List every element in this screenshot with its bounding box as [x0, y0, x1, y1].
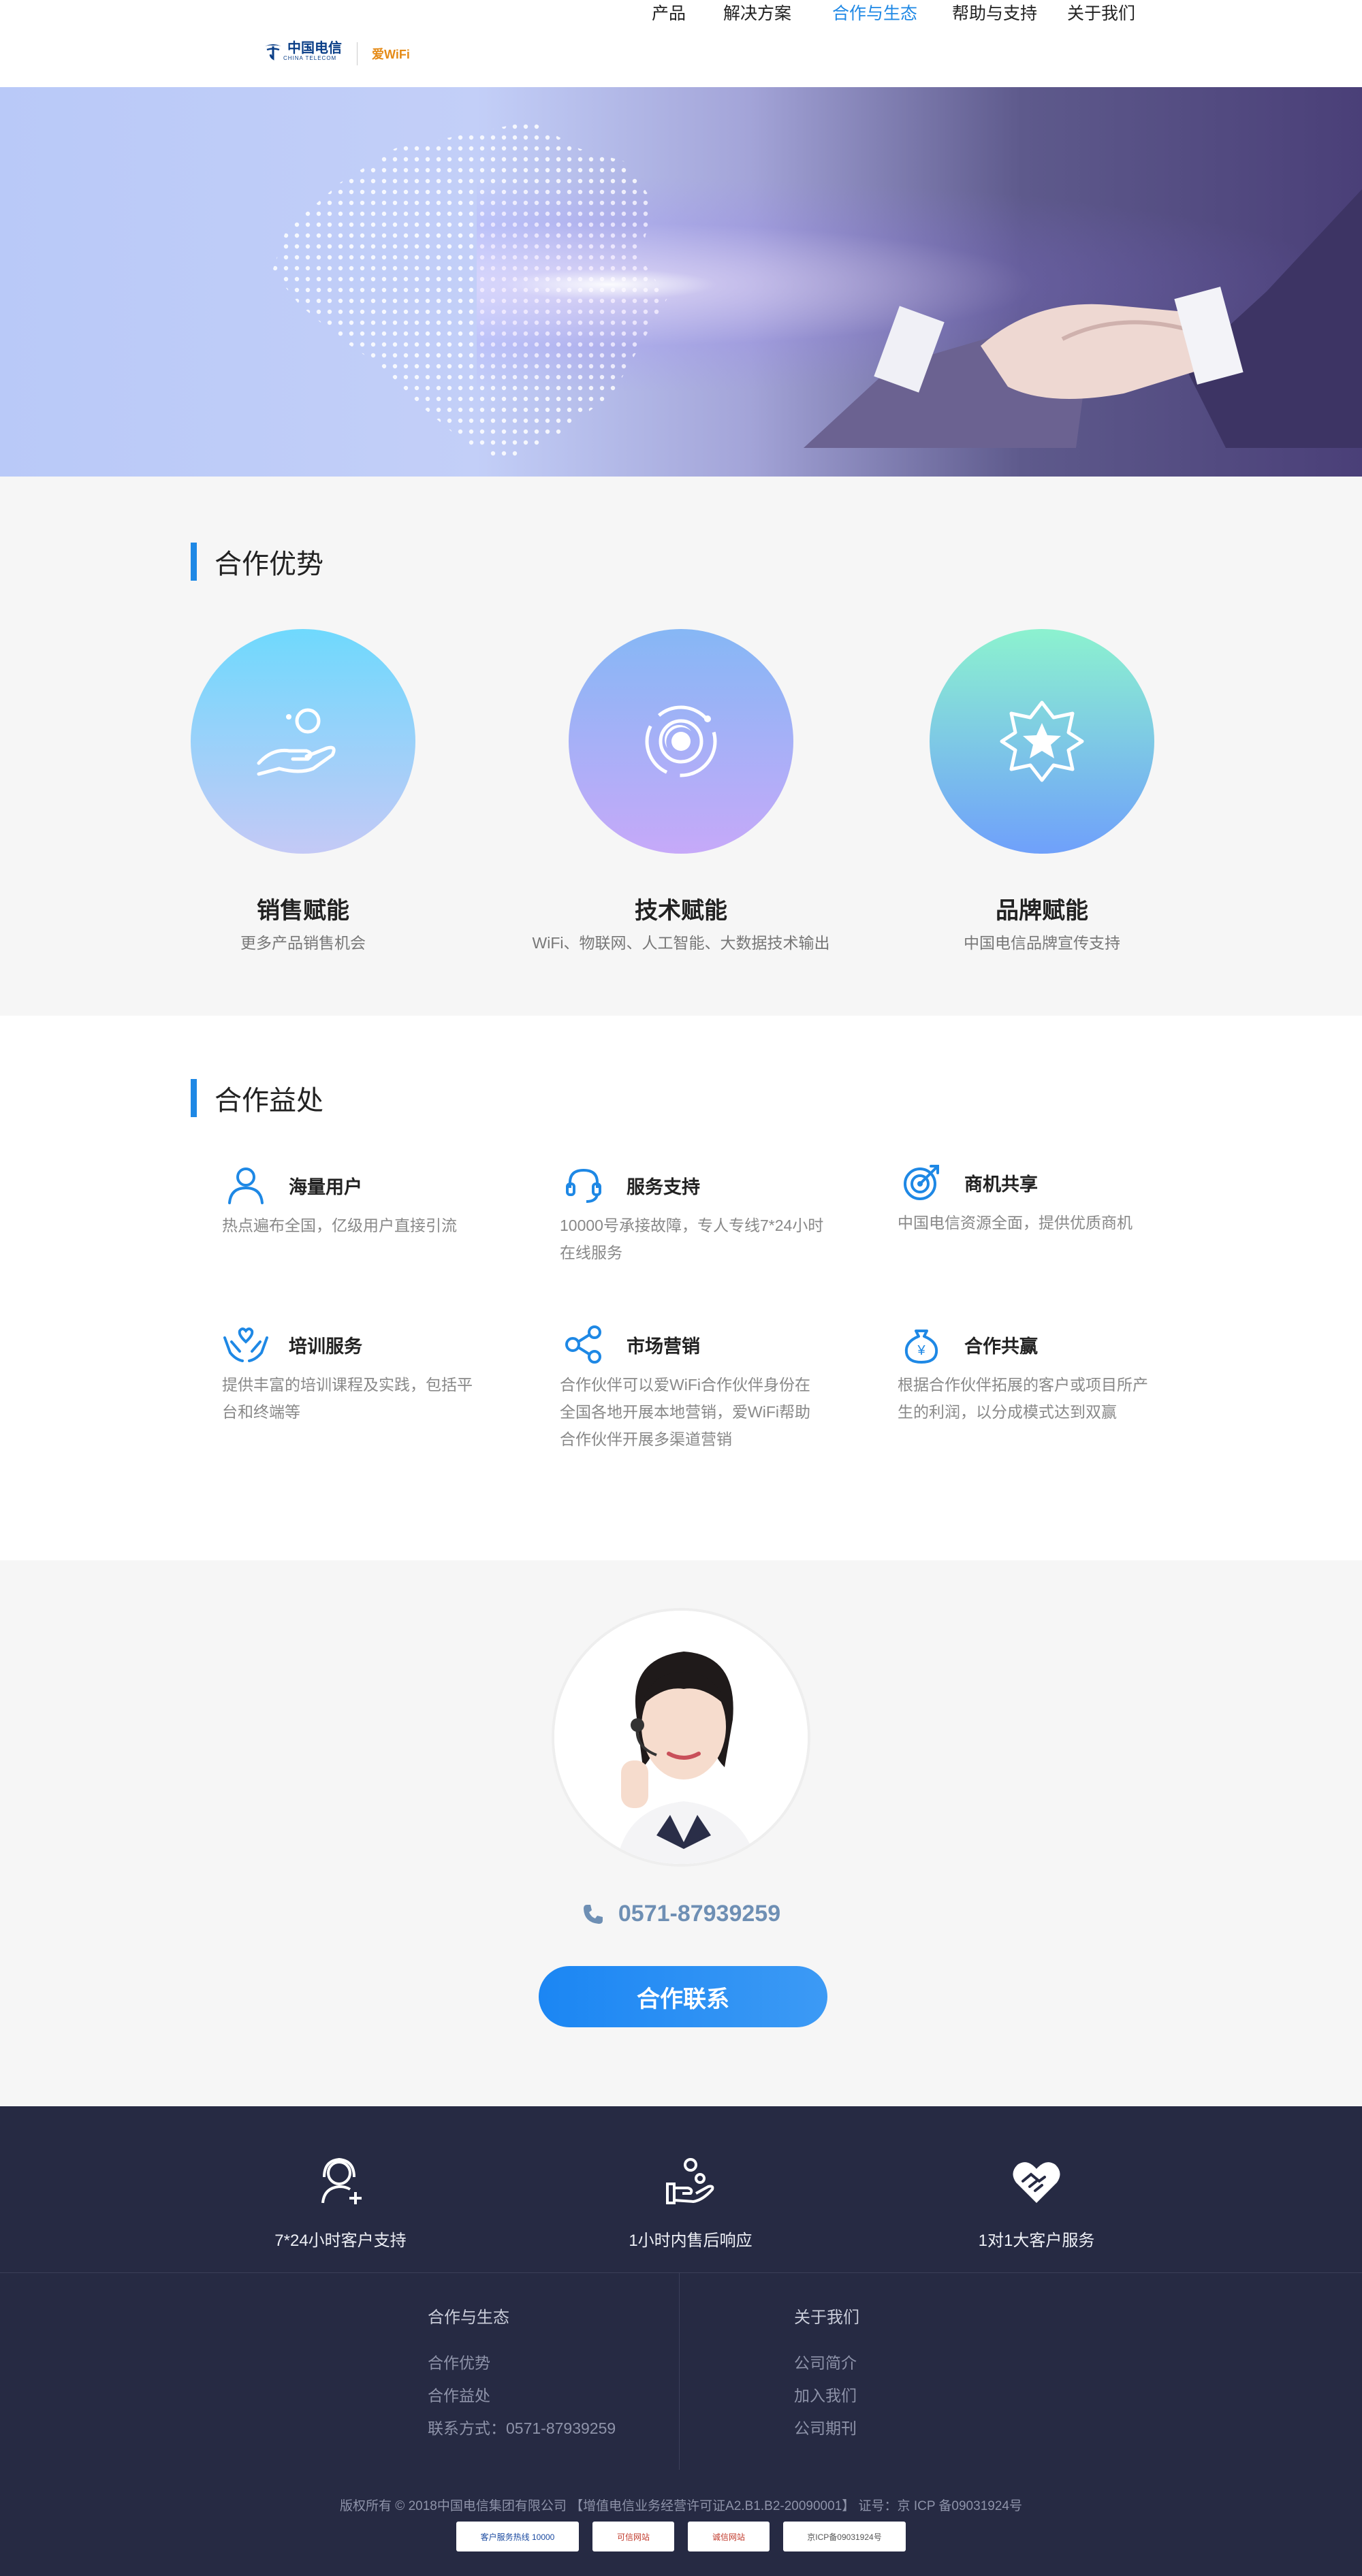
- feature-label: 1对1大客户服务: [978, 2232, 1095, 2250]
- customer-service-avatar: [552, 1608, 810, 1867]
- footer-link-join[interactable]: 加入我们: [794, 2379, 859, 2412]
- advantage-name: 技术赋能: [635, 898, 727, 924]
- orbit-icon: [645, 705, 717, 777]
- benefit-desc: 10000号承接故障，专人专线7*24小时在线服务: [560, 1217, 824, 1261]
- advantage-name: 品牌赋能: [996, 898, 1088, 924]
- share-icon: [560, 1321, 607, 1368]
- advantage-desc: WiFi、物联网、人工智能、大数据技术输出: [532, 934, 830, 952]
- hand-coin-icon: [257, 708, 336, 776]
- phone-row: 0571-87939259: [0, 1901, 1362, 1927]
- china-telecom-icon: [265, 44, 281, 61]
- footer-link-advantages[interactable]: 合作优势: [428, 2347, 616, 2379]
- advantage-card-brand: 品牌赋能 中国电信品牌宣传支持: [872, 629, 1212, 953]
- benefit-item: 培训服务 提供丰富的培训课程及实践，包括平台和终端等: [222, 1321, 488, 1426]
- copyright-text: 版权所有 © 2018中国电信集团有限公司 【增值电信业务经营许可证A2.B1.…: [340, 2499, 1022, 2513]
- headset-icon: [560, 1161, 607, 1209]
- advantage-desc: 中国电信品牌宣传支持: [964, 934, 1120, 952]
- brand-name-en: CHINA TELECOM: [283, 54, 337, 61]
- benefit-name: 海量用户: [289, 1176, 362, 1197]
- benefit-item: 商机共享 中国电信资源全面，提供优质商机: [898, 1159, 1163, 1236]
- benefit-item: 海量用户 热点遍布全国，亿级用户直接引流: [222, 1161, 488, 1239]
- footer-col-about: 关于我们 公司简介 加入我们 公司期刊: [794, 2304, 859, 2445]
- footer-link-company[interactable]: 公司简介: [794, 2347, 859, 2379]
- footer-link-contact[interactable]: 联系方式：0571-87939259: [428, 2412, 616, 2445]
- user-icon: [222, 1161, 270, 1209]
- hand-service-icon: [666, 2158, 714, 2204]
- brand-name-cn: 中国电信: [287, 40, 342, 56]
- wifi-logo[interactable]: 爱WiFi: [372, 45, 410, 63]
- benefit-desc: 提供丰富的培训课程及实践，包括平台和终端等: [222, 1376, 473, 1421]
- footer-col-heading: 合作与生态: [428, 2308, 509, 2327]
- nav-help[interactable]: 帮助与支持: [952, 0, 1037, 27]
- section-title-text: 合作益处: [215, 1086, 323, 1116]
- benefit-desc: 根据合作伙伴拓展的客户或项目所产生的利润，以分成模式达到双赢: [898, 1376, 1148, 1421]
- benefits-section: 合作益处 海量用户 热点遍布全国，亿级用户直接引流 服务支持 10000号承接故…: [0, 1016, 1362, 1560]
- benefit-name: 服务支持: [627, 1176, 700, 1197]
- footer-column-divider: [679, 2272, 680, 2470]
- benefit-item: 服务支持 10000号承接故障，专人专线7*24小时在线服务: [560, 1161, 825, 1266]
- benefit-desc: 合作伙伴可以爱WiFi合作伙伴身份在全国各地开展本地营销，爱WiFi帮助合作伙伴…: [560, 1376, 810, 1448]
- feature-response: 1小时内售后响应: [554, 2154, 827, 2251]
- footer-col-heading: 关于我们: [794, 2308, 859, 2327]
- hands-heart-icon: [222, 1321, 270, 1368]
- phone-number: 0571-87939259: [618, 1901, 781, 1927]
- money-bag-icon: ¥: [898, 1321, 945, 1368]
- benefit-desc: 中国电信资源全面，提供优质商机: [898, 1214, 1133, 1231]
- phone-icon: [583, 1904, 603, 1924]
- hero-banner: [0, 87, 1362, 477]
- footer-link-journal[interactable]: 公司期刊: [794, 2412, 859, 2445]
- nav-about[interactable]: 关于我们: [1067, 0, 1135, 27]
- badge-hotline[interactable]: 客户服务热线 10000: [456, 2522, 579, 2551]
- footer-divider: [0, 2272, 1362, 2273]
- benefit-item: ¥ 合作共赢 根据合作伙伴拓展的客户或项目所产生的利润，以分成模式达到双赢: [898, 1321, 1163, 1426]
- svg-text:¥: ¥: [917, 1343, 925, 1358]
- advantages-section: 合作优势 销售赋能 更多产品销售机会 技术赋能 WiFi、物联网、人工智能、大数…: [0, 477, 1362, 1016]
- badge-trusted-site[interactable]: 可信网站: [592, 2522, 674, 2551]
- star-badge-icon: [1000, 701, 1084, 782]
- target-icon: [898, 1159, 945, 1206]
- advantage-name: 销售赋能: [257, 898, 349, 924]
- feature-label: 7*24小时客户支持: [274, 2232, 407, 2250]
- nav-solutions[interactable]: 解决方案: [723, 0, 791, 27]
- advantage-circle: [930, 629, 1154, 854]
- section-title-text: 合作优势: [215, 549, 323, 579]
- benefit-name: 合作共赢: [964, 1336, 1038, 1357]
- benefit-name: 市场营销: [627, 1336, 700, 1357]
- benefits-title: 合作益处: [191, 1078, 323, 1118]
- contact-section: 0571-87939259 合作联系: [0, 1560, 1362, 2106]
- title-accent-bar: [191, 1079, 197, 1117]
- advantages-title: 合作优势: [191, 542, 323, 581]
- footer-col-cooperation: 合作与生态 合作优势 合作益处 联系方式：0571-87939259: [428, 2304, 616, 2445]
- wifi-logo-text: 爱WiFi: [372, 48, 410, 61]
- advantage-circle: [191, 629, 415, 854]
- handshake-heart-icon: [1013, 2162, 1060, 2203]
- badge-icp[interactable]: 京ICP备09031924号: [783, 2522, 906, 2551]
- badge-credit-site[interactable]: 诚信网站: [688, 2522, 770, 2551]
- site-footer: 7*24小时客户支持 1小时内售后响应 1对1大客户服务 合作与生态 合作优势 …: [0, 2106, 1362, 2576]
- site-header: 中国电信 CHINA TELECOM 爱WiFi 产品 解决方案 合作与生态 帮…: [0, 0, 1362, 87]
- feature-label: 1小时内售后响应: [629, 2232, 753, 2250]
- cooperation-contact-button[interactable]: 合作联系: [539, 1966, 827, 2027]
- advantage-desc: 更多产品销售机会: [240, 934, 366, 952]
- benefit-name: 商机共享: [964, 1174, 1038, 1195]
- advantage-card-tech: 技术赋能 WiFi、物联网、人工智能、大数据技术输出: [511, 629, 851, 953]
- certification-badges: 客户服务热线 10000 可信网站 诚信网站 京ICP备09031924号: [0, 2522, 1362, 2551]
- benefit-name: 培训服务: [289, 1336, 362, 1357]
- advantage-circle: [569, 629, 793, 854]
- logo-divider: [357, 42, 358, 65]
- nav-cooperation[interactable]: 合作与生态: [832, 0, 917, 27]
- feature-vip: 1对1大客户服务: [900, 2154, 1173, 2251]
- benefit-desc: 热点遍布全国，亿级用户直接引流: [222, 1217, 457, 1234]
- china-telecom-logo[interactable]: 中国电信 CHINA TELECOM: [263, 41, 342, 61]
- feature-support: 7*24小时客户支持: [204, 2154, 477, 2251]
- nav-products[interactable]: 产品: [652, 0, 686, 27]
- title-accent-bar: [191, 543, 197, 581]
- advantage-card-sales: 销售赋能 更多产品销售机会: [133, 629, 473, 953]
- footer-link-benefits[interactable]: 合作益处: [428, 2379, 616, 2412]
- handshake-image: [804, 189, 1362, 448]
- benefit-item: 市场营销 合作伙伴可以爱WiFi合作伙伴身份在全国各地开展本地营销，爱WiFi帮…: [560, 1321, 825, 1453]
- support-icon: [321, 2157, 362, 2204]
